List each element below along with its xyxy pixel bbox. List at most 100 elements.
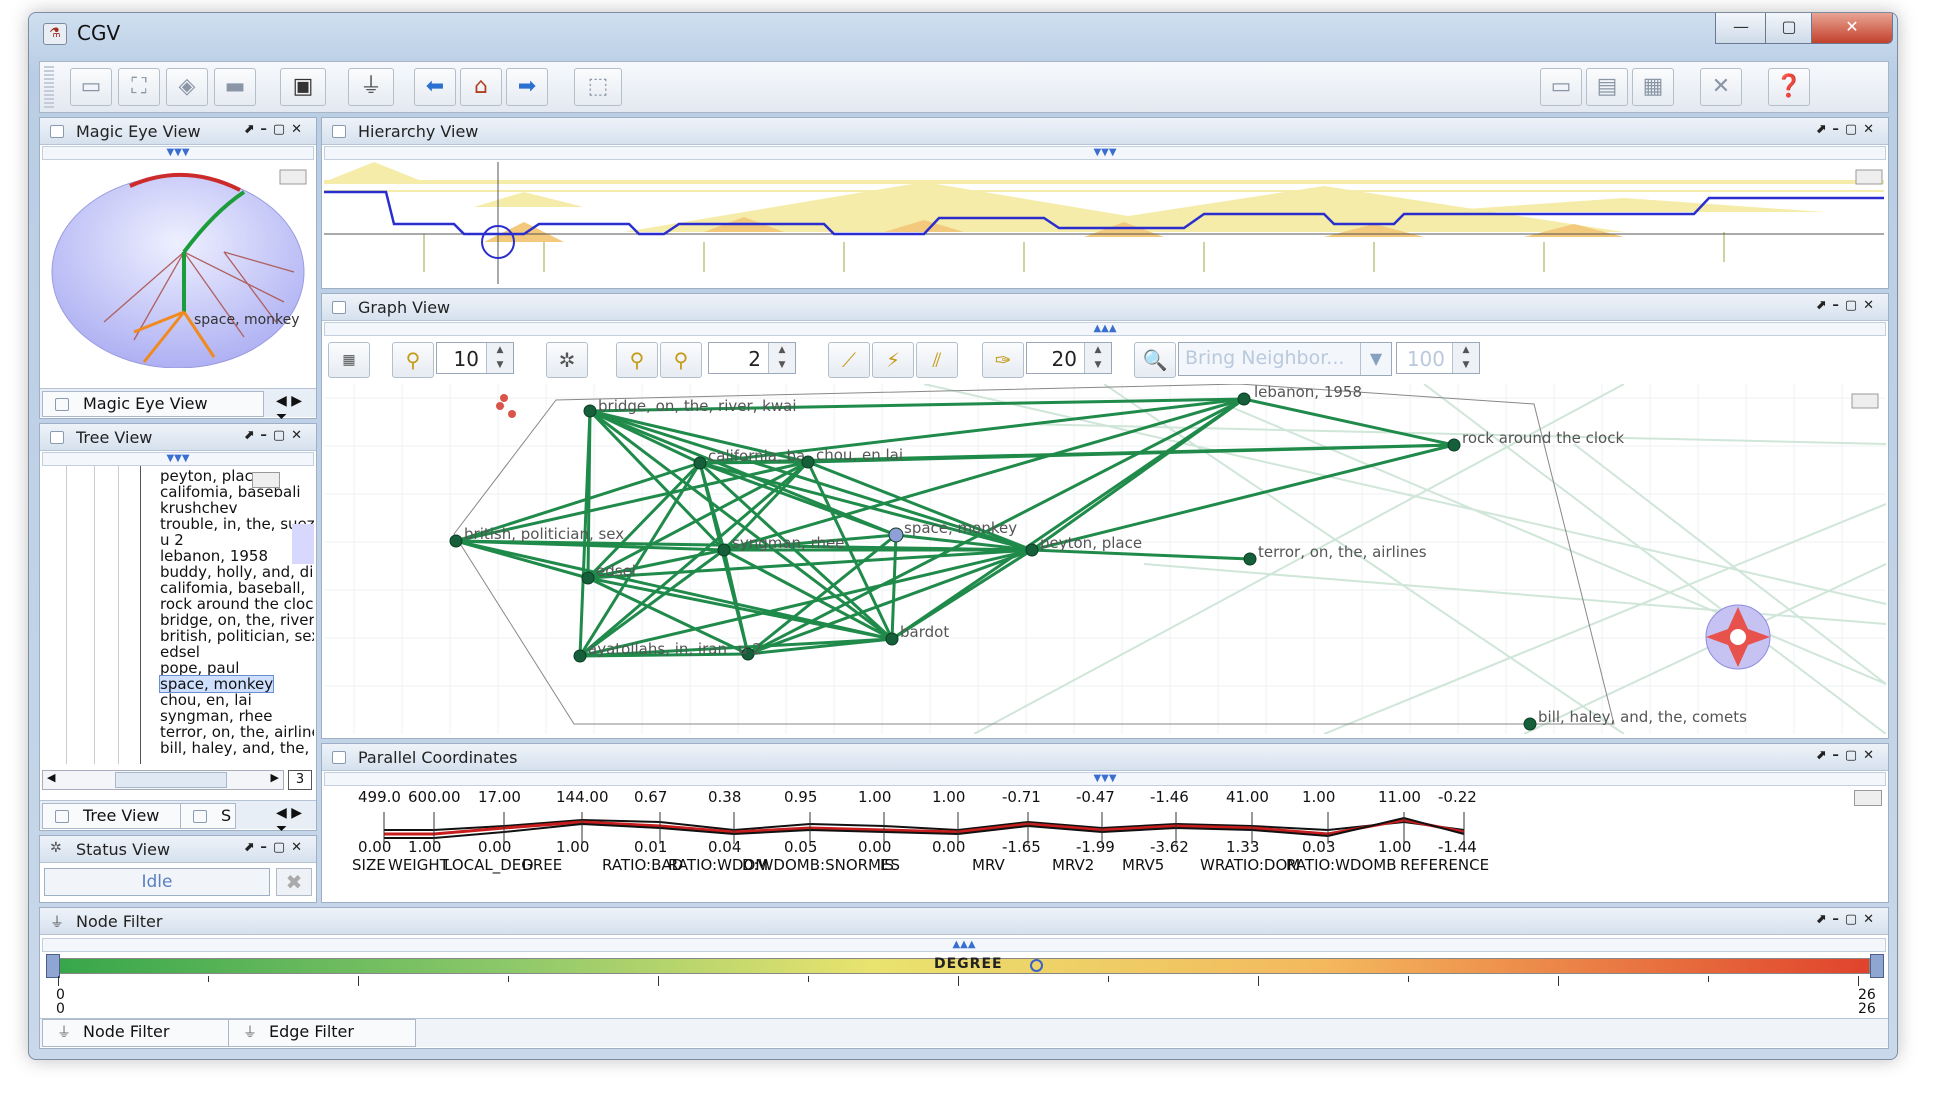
tree-item[interactable]: chou, en, lai [160,692,252,708]
graph-node[interactable] [1237,392,1251,406]
panel-checkbox[interactable] [332,751,346,764]
panel-controls[interactable]: ⬈–▢✕ [1815,122,1880,137]
slider-max-handle[interactable] [1870,954,1884,978]
tree-item[interactable]: terror, on, the, airline [160,724,314,740]
export-icon[interactable]: ▭ [1540,68,1582,106]
panel-controls[interactable]: ⬈–▢✕ [1815,748,1880,763]
panel-controls[interactable]: ⬈–▢✕ [1815,298,1880,313]
hierarchy-canvas[interactable] [324,162,1884,284]
tab-edge-filter[interactable]: ⏚ Edge Filter [228,1019,416,1047]
search-icon[interactable]: 🔍 [1134,342,1176,378]
edge-width-spinner[interactable]: 2 ▲ ▼ [708,342,796,374]
graph-node[interactable] [496,402,504,410]
tree-item[interactable]: peyton, place [160,468,262,484]
layout-icon[interactable]: ✲ [546,342,588,378]
canvas-menu-icon[interactable] [1854,790,1882,806]
canvas-menu-icon[interactable]: ▦ [328,342,370,378]
tree-item[interactable]: edsel [160,644,200,660]
graph-node[interactable] [573,649,587,663]
scroll-left-icon[interactable]: ◀ [47,771,55,784]
binoculars-icon[interactable]: ⛶ [118,68,160,106]
navigation-compass-icon[interactable] [1705,604,1771,670]
canvas-menu-icon[interactable] [252,472,280,488]
tree-item[interactable]: lebanon, 1958 [160,548,268,564]
tree-item[interactable]: rock around the cloc [160,596,313,612]
save-icon[interactable]: ▬ [214,68,256,106]
close-button[interactable]: ✕ [1811,13,1893,44]
label-size-icon[interactable]: ⚲ [660,342,702,378]
home-icon[interactable]: ⌂ [460,68,502,106]
graph-node[interactable] [581,571,595,585]
graph-node[interactable] [1243,552,1257,566]
slider-min-handle[interactable] [46,954,60,978]
graph-node[interactable] [693,456,707,470]
minimize-button[interactable]: — [1715,13,1767,44]
canvas-menu-icon[interactable] [279,169,307,185]
screenshot-icon[interactable]: ▣ [280,68,326,106]
panel-controls[interactable]: ⬈–▢✕ [243,122,308,137]
tree-item[interactable]: krushchev [160,500,238,516]
spinner-arrows[interactable]: ▲ ▼ [486,343,513,373]
tree-item[interactable]: trouble, in, the, suez [160,516,314,532]
graph-node[interactable] [1523,717,1537,731]
panel-controls[interactable]: ⬈–▢✕ [1815,912,1880,927]
select-icon[interactable]: ⬚ [574,68,622,106]
graph-node[interactable] [885,632,899,646]
pin-icon[interactable]: ✑ [982,342,1024,378]
tree-item[interactable]: bill, haley, and, the, [160,740,309,756]
collapse-grip[interactable]: ▼▼▼ [42,452,314,466]
tab-nav-arrows[interactable]: ◀ ▶ ⏷ [276,393,316,425]
graph-node[interactable] [888,527,904,543]
node-size-spinner[interactable]: 10 ▲ ▼ [436,342,514,374]
panel-checkbox[interactable] [332,301,346,314]
graph-node[interactable] [500,394,508,402]
tree-item[interactable]: u 2 [160,532,184,548]
help-icon[interactable]: ❓ [1768,68,1810,106]
tree-item[interactable]: british, politician, sex [160,628,314,644]
table-icon[interactable]: ▦ [1632,68,1674,106]
parallel-canvas[interactable]: 499.0 600.00 17.00 144.00 0.67 0.38 0.95 1.00 1.… [324,788,1886,898]
node-size-icon[interactable]: ⚲ [392,342,434,378]
neighbor-count-spinner[interactable]: 100 ▲ ▼ [1396,342,1480,374]
panel-controls[interactable]: ⬈–▢✕ [243,428,308,443]
tab-node-filter[interactable]: ⏚ Node Filter [42,1019,234,1047]
graph-canvas[interactable]: bridge, on, the, river, kwai lebanon, 195… [324,384,1886,734]
edge-bundle-icon[interactable]: ⚡ [872,342,914,378]
canvas-menu-icon[interactable] [1855,169,1883,185]
canvas-menu-icon[interactable] [1851,393,1879,409]
page-indicator[interactable]: 3 [288,770,312,790]
collapse-grip[interactable]: ▼▼▼ [42,146,314,160]
graph-node[interactable] [717,543,731,557]
spinner-arrows[interactable]: ▲ ▼ [1452,343,1479,373]
tree-item[interactable]: bridge, on, the, river [160,612,314,628]
horizontal-scrollbar[interactable]: ◀ ▶ [42,770,284,790]
collapse-grip[interactable]: ▲▲▲ [324,322,1886,336]
edge-straighten-icon[interactable]: ⫽ [916,342,958,378]
graph-node[interactable] [508,410,516,418]
open-icon[interactable]: ▭ [70,68,112,106]
tree-item[interactable]: califomia, baseball, [160,580,305,596]
tab-secondary[interactable]: S [180,803,236,829]
spinner-arrows[interactable]: ▲ ▼ [1084,343,1111,373]
tree-item[interactable]: syngman, rhee [160,708,272,724]
bring-neighbor-select[interactable]: Bring Neighbor... ▼ [1178,342,1392,376]
back-arrow-icon[interactable]: ⬅ [414,68,456,106]
panel-controls[interactable]: ⬈–▢✕ [243,840,308,855]
delete-icon[interactable]: ✕ [1700,68,1742,106]
collapse-grip[interactable]: ▲▲▲ [42,938,1886,952]
tree-item[interactable]: pope, paul [160,660,239,676]
magic-eye-canvas[interactable]: space, monkey [44,162,312,368]
cancel-task-button[interactable]: ✖ [276,868,312,896]
panel-checkbox[interactable] [50,431,64,444]
panel-checkbox[interactable] [50,125,64,138]
chevron-down-icon[interactable]: ▼ [1360,343,1391,375]
tree-item[interactable]: buddy, holly, and, di [160,564,313,580]
label-count-spinner[interactable]: 20 ▲ ▼ [1026,342,1112,374]
layers-icon[interactable]: ◈ [166,68,208,106]
graph-node[interactable] [1447,438,1461,452]
tree-item-selected[interactable]: space, monkey [158,675,275,693]
panel-checkbox[interactable] [332,125,346,138]
filter-icon[interactable]: ⏚ [348,68,394,106]
tab-magic-eye[interactable]: Magic Eye View [42,391,264,417]
graph-node[interactable] [583,404,597,418]
